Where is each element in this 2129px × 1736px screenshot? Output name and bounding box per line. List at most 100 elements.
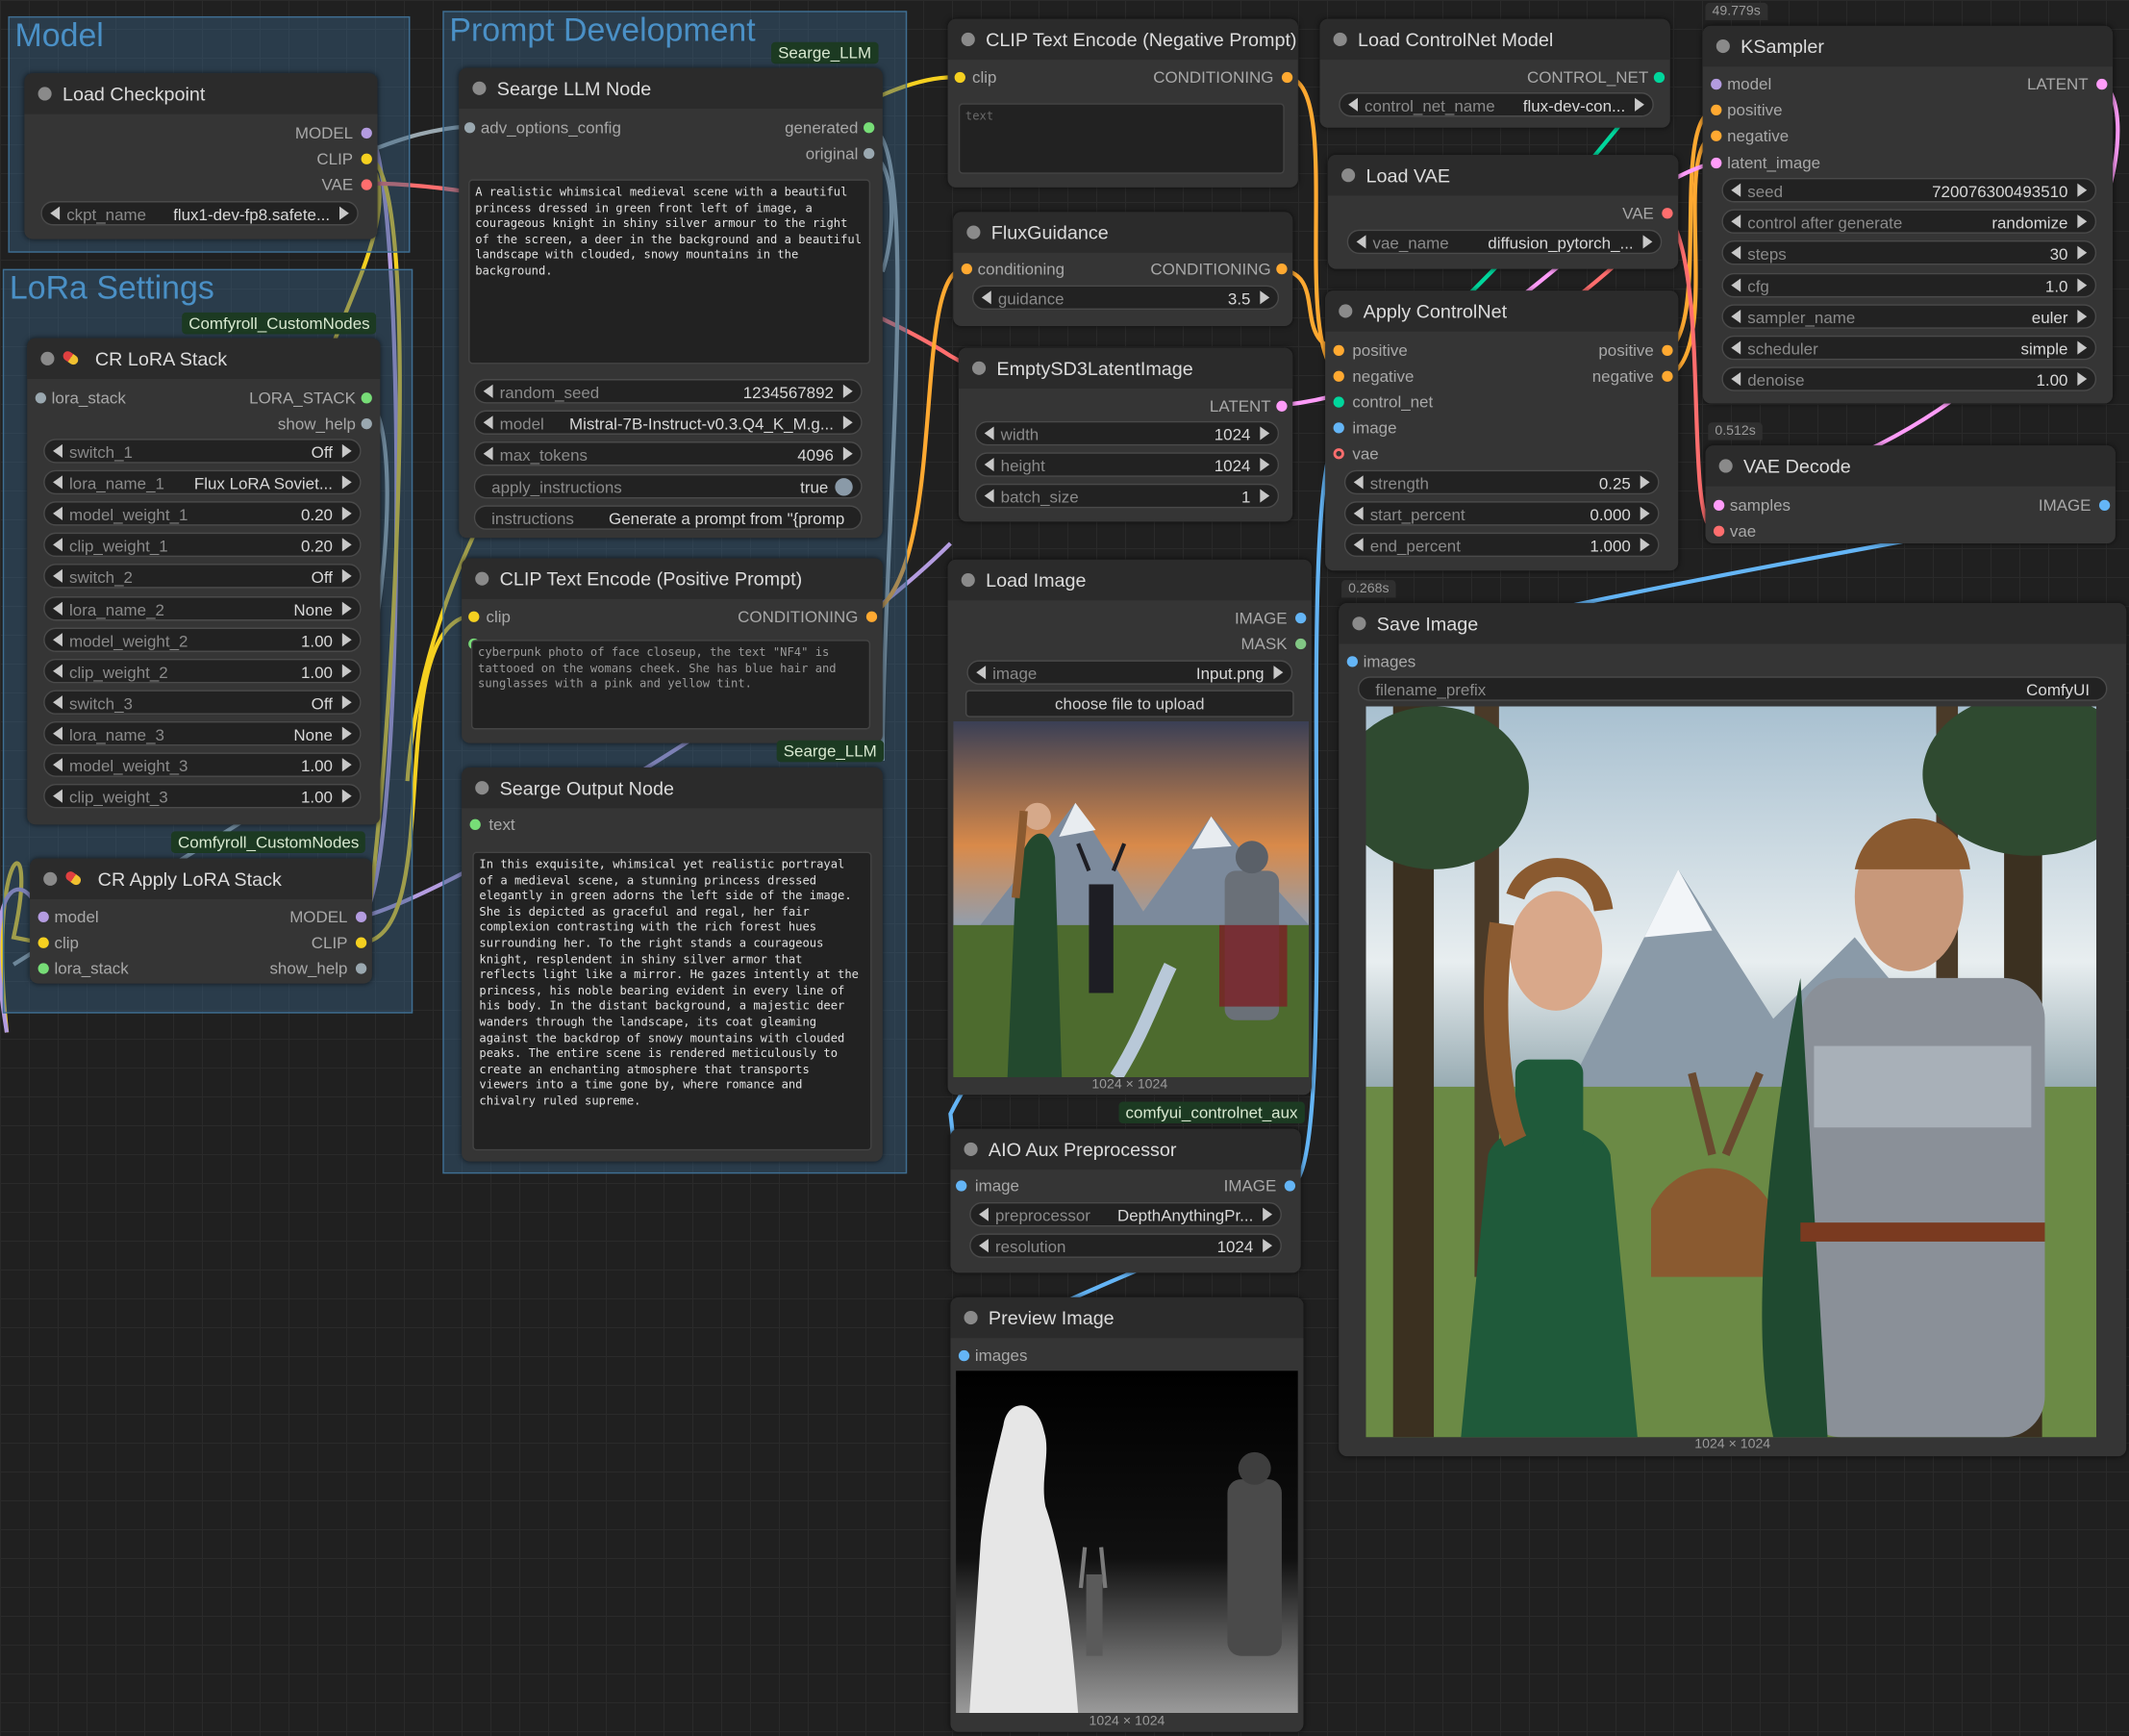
arrow-left-icon[interactable] bbox=[1353, 475, 1364, 490]
arrow-right-icon[interactable] bbox=[1260, 457, 1270, 472]
arrow-left-icon[interactable] bbox=[981, 290, 991, 305]
arrow-left-icon[interactable] bbox=[979, 1239, 989, 1253]
searge-llm-widget-model[interactable]: model Mistral-7B-Instruct-v0.3.Q4_K_M.g..… bbox=[473, 410, 863, 436]
arrow-right-icon[interactable] bbox=[2077, 214, 2088, 229]
cr-lora-stack-widget-model-weight-2[interactable]: model_weight_2 1.00 bbox=[43, 626, 362, 652]
output-model-socket[interactable] bbox=[361, 127, 372, 139]
output-mask-socket[interactable] bbox=[1295, 638, 1307, 650]
node-header[interactable]: KSampler bbox=[1702, 25, 2114, 67]
arrow-left-icon[interactable] bbox=[1731, 277, 1741, 292]
arrow-left-icon[interactable] bbox=[53, 758, 63, 772]
output-clip-socket[interactable] bbox=[361, 153, 372, 164]
arrow-left-icon[interactable] bbox=[53, 789, 63, 803]
arrow-right-icon[interactable] bbox=[339, 206, 349, 220]
arrow-left-icon[interactable] bbox=[979, 1207, 989, 1221]
node-header[interactable]: Searge LLM Node bbox=[459, 67, 883, 109]
node-header[interactable]: EmptySD3LatentImage bbox=[958, 347, 1293, 389]
collapse-dot[interactable] bbox=[1333, 32, 1347, 47]
arrow-right-icon[interactable] bbox=[1635, 97, 1644, 112]
output-generated-socket[interactable] bbox=[864, 122, 875, 134]
arrow-right-icon[interactable] bbox=[1640, 506, 1650, 520]
node-flux-guidance[interactable]: FluxGuidance conditioning CONDITIONING g… bbox=[953, 212, 1293, 326]
collapse-dot[interactable] bbox=[1716, 38, 1730, 54]
node-header[interactable]: FluxGuidance bbox=[953, 212, 1293, 253]
node-aio-aux-preprocessor[interactable]: AIO Aux Preprocessor image IMAGE preproc… bbox=[950, 1128, 1301, 1273]
output-conditioning-socket[interactable] bbox=[1281, 71, 1293, 84]
node-header[interactable]: Load Checkpoint bbox=[24, 73, 378, 114]
arrow-right-icon[interactable] bbox=[341, 726, 352, 741]
collapse-dot[interactable] bbox=[966, 225, 981, 239]
output-show-help-socket[interactable] bbox=[355, 963, 367, 974]
output-vae-socket[interactable] bbox=[361, 179, 372, 190]
cr-lora-stack-widget-lora-name-2[interactable]: lora_name_2 None bbox=[43, 595, 362, 620]
arrow-left-icon[interactable] bbox=[53, 475, 63, 490]
input-positive-socket[interactable] bbox=[1711, 104, 1722, 116]
searge-llm-widget-max-tokens[interactable]: max_tokens 4096 bbox=[473, 441, 863, 467]
arrow-left-icon[interactable] bbox=[53, 694, 63, 709]
node-clip-text-encode-positive[interactable]: CLIP Text Encode (Positive Prompt) clip … bbox=[462, 558, 883, 743]
arrow-left-icon[interactable] bbox=[1731, 246, 1741, 261]
apply-controlnet-widget-start-percent[interactable]: start_percent 0.000 bbox=[1343, 501, 1660, 526]
ksampler-widget-sampler-name[interactable]: sampler_name euler bbox=[1721, 304, 2097, 329]
ksampler-widget-steps[interactable]: steps 30 bbox=[1721, 240, 2097, 265]
output-lora-stack-socket[interactable] bbox=[361, 392, 372, 404]
arrow-right-icon[interactable] bbox=[2077, 340, 2088, 355]
arrow-right-icon[interactable] bbox=[842, 447, 853, 462]
node-empty-sd3-latent[interactable]: EmptySD3LatentImage LATENT width 1024 heig… bbox=[958, 347, 1293, 522]
node-header[interactable]: CLIP Text Encode (Positive Prompt) bbox=[462, 558, 883, 599]
output-latent-socket[interactable] bbox=[1276, 400, 1288, 412]
node-header[interactable]: Searge Output Node bbox=[462, 767, 883, 809]
collapse-dot[interactable] bbox=[961, 32, 975, 47]
apply-controlnet-widget-end-percent[interactable]: end_percent 1.000 bbox=[1343, 532, 1660, 558]
cr-lora-stack-widget-lora-name-3[interactable]: lora_name_3 None bbox=[43, 720, 362, 746]
node-header[interactable]: AIO Aux Preprocessor bbox=[950, 1128, 1301, 1170]
arrow-right-icon[interactable] bbox=[341, 758, 352, 772]
apply-controlnet-widget-strength[interactable]: strength 0.25 bbox=[1343, 469, 1660, 495]
node-header[interactable]: Preview Image bbox=[950, 1296, 1304, 1339]
collapse-dot[interactable] bbox=[1352, 616, 1366, 631]
arrow-right-icon[interactable] bbox=[341, 600, 352, 616]
output-conditioning-socket[interactable] bbox=[865, 611, 878, 622]
arrow-right-icon[interactable] bbox=[341, 569, 352, 584]
node-preview-image[interactable]: Preview Image images 1024 × 1024 bbox=[950, 1296, 1304, 1732]
arrow-right-icon[interactable] bbox=[1263, 1207, 1273, 1221]
output-positive-socket[interactable] bbox=[1662, 344, 1673, 357]
arrow-right-icon[interactable] bbox=[341, 538, 352, 552]
arrow-left-icon[interactable] bbox=[53, 600, 63, 616]
arrow-left-icon[interactable] bbox=[483, 384, 493, 398]
node-load-checkpoint[interactable]: Load Checkpoint MODEL CLIP VAE ckpt_name… bbox=[24, 73, 378, 239]
arrow-right-icon[interactable] bbox=[2077, 372, 2088, 387]
arrow-right-icon[interactable] bbox=[2077, 183, 2088, 197]
node-header[interactable]: Save Image bbox=[1339, 603, 2127, 644]
input-samples-socket[interactable] bbox=[1713, 499, 1725, 512]
cr-lora-stack-widget-model-weight-1[interactable]: model_weight_1 0.20 bbox=[43, 501, 362, 526]
input-clip-socket[interactable] bbox=[38, 937, 49, 948]
node-load-controlnet-model[interactable]: Load ControlNet Model CONTROL_NET contro… bbox=[1319, 18, 1670, 128]
input-vae-socket[interactable] bbox=[1713, 525, 1725, 537]
input-lora-stack-socket[interactable] bbox=[35, 392, 47, 404]
empty-latent-widget-height[interactable]: height 1024 bbox=[974, 452, 1280, 477]
arrow-right-icon[interactable] bbox=[1273, 666, 1284, 680]
empty-latent-widget-width[interactable]: width 1024 bbox=[974, 420, 1280, 446]
ksampler-widget-cfg[interactable]: cfg 1.0 bbox=[1721, 272, 2097, 297]
ksampler-widget-control-after-generate[interactable]: control after generate randomize bbox=[1721, 209, 2097, 235]
arrow-right-icon[interactable] bbox=[341, 443, 352, 458]
arrow-right-icon[interactable] bbox=[842, 415, 853, 430]
collapse-dot[interactable] bbox=[472, 81, 487, 95]
arrow-left-icon[interactable] bbox=[53, 507, 63, 521]
ckpt-name-combo[interactable]: ckpt_name flux1-dev-fp8.safete... bbox=[40, 201, 359, 226]
collapse-dot[interactable] bbox=[43, 871, 58, 886]
arrow-left-icon[interactable] bbox=[53, 443, 63, 458]
arrow-left-icon[interactable] bbox=[984, 489, 994, 503]
input-model-socket[interactable] bbox=[1711, 78, 1722, 90]
output-image-socket[interactable] bbox=[2098, 499, 2111, 512]
collapse-dot[interactable] bbox=[1718, 459, 1733, 473]
arrow-left-icon[interactable] bbox=[1731, 309, 1741, 323]
output-show-help-socket[interactable] bbox=[361, 418, 372, 430]
arrow-right-icon[interactable] bbox=[341, 475, 352, 490]
arrow-right-icon[interactable] bbox=[2077, 246, 2088, 261]
ksampler-widget-denoise[interactable]: denoise 1.00 bbox=[1721, 366, 2097, 392]
preprocessor-combo[interactable]: preprocessor DepthAnythingPr... bbox=[969, 1201, 1282, 1227]
arrow-left-icon[interactable] bbox=[1353, 538, 1364, 552]
output-negative-socket[interactable] bbox=[1662, 370, 1673, 382]
